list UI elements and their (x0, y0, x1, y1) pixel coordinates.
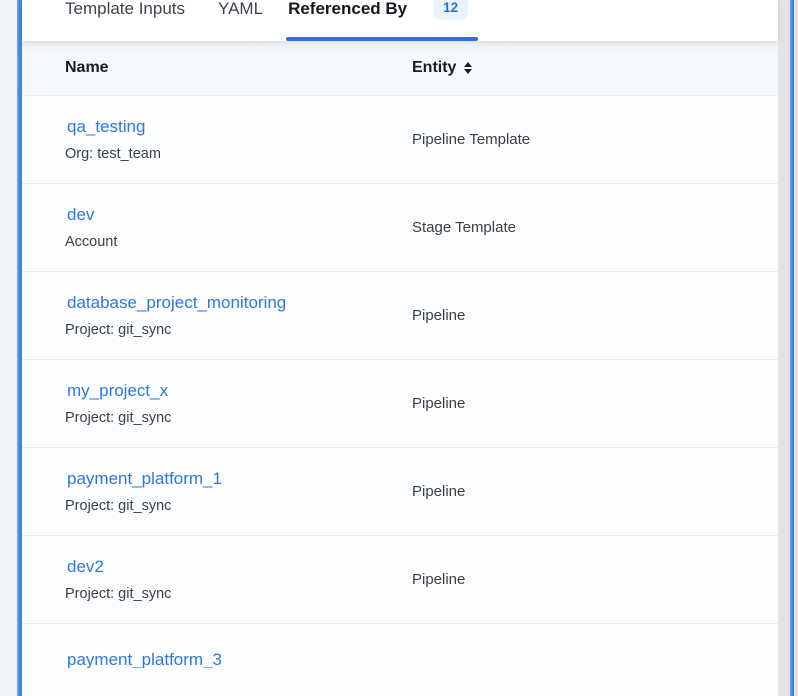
column-header-entity[interactable]: Entity (412, 59, 472, 77)
table-row: dev2 Project: git_sync Pipeline (22, 536, 778, 624)
referenced-by-count-badge: 12 (433, 0, 468, 20)
reference-name-link[interactable]: dev2 (65, 555, 104, 579)
column-header-entity-label: Entity (412, 59, 456, 77)
bottom-clip-overlay (22, 668, 778, 696)
reference-entity: Stage Template (412, 184, 516, 271)
table-row: database_project_monitoring Project: git… (22, 272, 778, 360)
reference-scope: Project: git_sync (65, 584, 412, 604)
panel-right-border (790, 0, 794, 696)
tab-label: Referenced By (288, 0, 407, 20)
reference-name-link[interactable]: dev (65, 203, 94, 227)
reference-name-link[interactable]: qa_testing (65, 115, 145, 139)
sort-icon (464, 62, 472, 74)
reference-scope: Project: git_sync (65, 496, 412, 516)
reference-entity: Pipeline (412, 272, 465, 359)
tab-bar: Template Inputs YAML Referenced By 12 (22, 0, 778, 41)
reference-name-link[interactable]: database_project_monitoring (65, 291, 286, 315)
page-background-right (778, 0, 798, 696)
reference-name-link[interactable]: my_project_x (65, 379, 168, 403)
reference-entity: Pipeline (412, 360, 465, 447)
column-header-name: Name (65, 59, 412, 77)
reference-scope: Project: git_sync (65, 408, 412, 428)
reference-scope: Org: test_team (65, 144, 412, 164)
tab-label: Template Inputs (65, 0, 185, 20)
table-header: Name Entity (22, 41, 778, 96)
reference-scope: Project: git_sync (65, 320, 412, 340)
table-row: my_project_x Project: git_sync Pipeline (22, 360, 778, 448)
tab-template-inputs[interactable]: Template Inputs (65, 0, 185, 20)
tab-label: YAML (218, 0, 263, 20)
page-background-left (0, 0, 17, 696)
reference-scope: Account (65, 232, 412, 252)
table-row: payment_platform_1 Project: git_sync Pip… (22, 448, 778, 536)
screen: Template Inputs YAML Referenced By 12 Na… (0, 0, 798, 696)
table-row: qa_testing Org: test_team Pipeline Templ… (22, 96, 778, 184)
reference-entity: Pipeline Template (412, 96, 530, 183)
tab-yaml[interactable]: YAML (218, 0, 263, 20)
reference-entity: Pipeline (412, 448, 465, 535)
table-row: dev Account Stage Template (22, 184, 778, 272)
reference-entity: Pipeline (412, 536, 465, 623)
reference-name-link[interactable]: payment_platform_1 (65, 467, 222, 491)
table-body: qa_testing Org: test_team Pipeline Templ… (22, 96, 778, 695)
drawer-content: Template Inputs YAML Referenced By 12 Na… (22, 0, 778, 696)
tab-referenced-by[interactable]: Referenced By 12 (288, 0, 468, 41)
active-tab-indicator (286, 37, 478, 41)
